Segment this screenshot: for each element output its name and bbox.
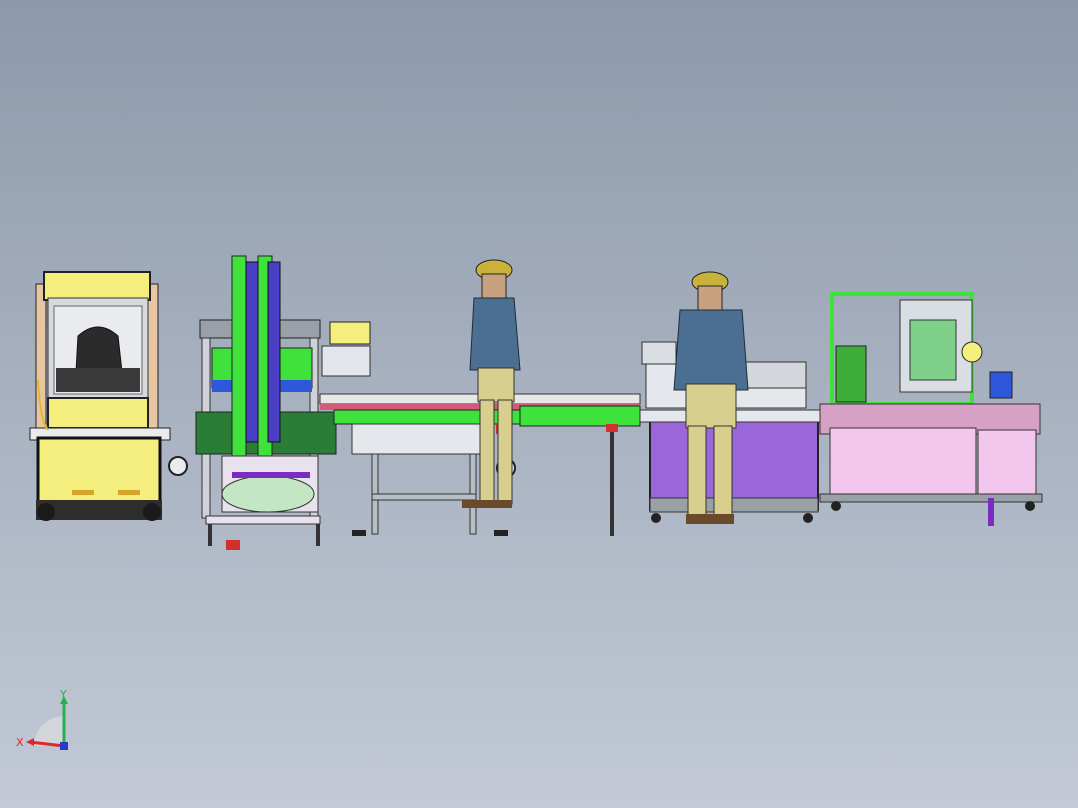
x-axis-head <box>26 738 34 746</box>
y-axis-label: Y <box>59 688 67 701</box>
forklift-cabin[interactable] <box>29 271 188 521</box>
filling-machine[interactable] <box>819 292 1043 526</box>
x-axis-label: X <box>16 736 24 749</box>
coordinate-triad: Y X <box>16 688 68 750</box>
cad-viewport[interactable]: Y X <box>0 0 1078 808</box>
z-axis-marker <box>60 742 68 750</box>
assembly-line-model[interactable]: Y X <box>0 0 1078 808</box>
